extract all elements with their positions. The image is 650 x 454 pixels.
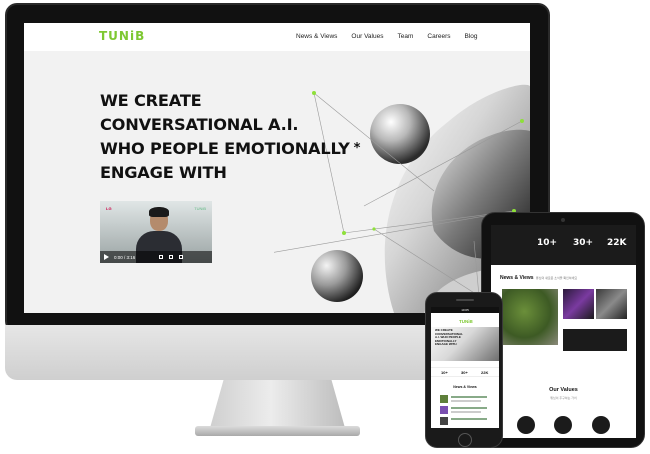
hero-line-2: CONVERSATIONAL A.I. [100, 115, 299, 134]
nav-item-team[interactable]: Team [397, 33, 413, 40]
hero-line-3-prefix: WHO PEOPLE [100, 139, 225, 158]
phone-device: 10:05 TUNiB WE CREATE CONVERSATIONAL A.I… [425, 292, 503, 448]
phone-site-screen: 10:05 TUNiB WE CREATE CONVERSATIONAL A.I… [431, 307, 499, 428]
phone-stats-bar: 10+ 30+ 22K [431, 367, 499, 377]
tablet-camera [561, 218, 565, 222]
nav-item-our-values[interactable]: Our Values [351, 33, 383, 40]
hero-line-1: WE CREATE [100, 91, 202, 110]
phone-news-thumb-2[interactable] [440, 406, 448, 414]
hero-headline: WE CREATE CONVERSATIONAL A.I. WHO PEOPLE… [100, 89, 360, 185]
video-person-hair [149, 207, 169, 217]
fullscreen-icon[interactable] [169, 255, 174, 259]
imac-stand [210, 380, 345, 428]
tablet-values-title: Our Values [549, 387, 578, 393]
tablet-stat-1: 10+ [537, 238, 558, 248]
tablet-value-icon-3 [592, 416, 610, 434]
tablet-stat-3: 22K [607, 238, 627, 248]
tablet-news-thumb-2[interactable] [596, 289, 627, 319]
device-mockup-stage: TUNiB News & Views Our Values Team Caree… [0, 0, 650, 454]
tablet-stats-bar: 10+ 30+ 22K [491, 225, 636, 265]
video-controls: 0:00 / 3:16 [100, 251, 212, 263]
play-icon[interactable] [104, 254, 109, 260]
tablet-value-icon-2 [554, 416, 572, 434]
phone-news-line-3 [451, 418, 487, 420]
phone-news-line-2 [451, 407, 487, 409]
phone-news-title: News & Views [453, 385, 477, 389]
phone-news-line-1 [451, 396, 487, 398]
phone-speaker [456, 299, 474, 301]
tablet-device: 10+ 30+ 22K News & Views 튜닙의 새로운 소식을 확인하… [481, 212, 645, 448]
main-nav: News & Views Our Values Team Careers Blo… [296, 33, 492, 40]
video-brand-right: TUNiB [194, 206, 206, 211]
imac-stand-foot [195, 426, 360, 436]
phone-news-thumb-1[interactable] [440, 395, 448, 403]
tablet-news-thumb-1[interactable] [563, 289, 594, 319]
phone-stat-1: 10+ [441, 370, 448, 375]
desktop-site-screen: TUNiB News & Views Our Values Team Caree… [24, 23, 530, 313]
phone-status-bar: 10:05 [431, 307, 499, 313]
video-time: 0:00 / 3:16 [114, 254, 136, 260]
volume-icon[interactable] [159, 255, 164, 259]
phone-news-thumb-3[interactable] [440, 417, 448, 425]
tablet-site-screen: 10+ 30+ 22K News & Views 튜닙의 새로운 소식을 확인하… [491, 225, 636, 438]
more-options-icon[interactable] [179, 255, 184, 259]
phone-news-subline-2 [451, 411, 481, 413]
tablet-news-thumb-3[interactable] [563, 329, 627, 351]
hero-line-4: ENGAGE WITH [100, 163, 227, 182]
hero-asterisk: * [353, 141, 361, 156]
phone-logo[interactable]: TUNiB [459, 319, 473, 324]
site-header: TUNiB News & Views Our Values Team Caree… [24, 23, 530, 51]
hero-highlight-word: EMOTIONALLY [224, 139, 350, 158]
tablet-news-subtitle: 튜닙의 새로운 소식을 확인하세요 [536, 276, 578, 280]
nav-item-careers[interactable]: Careers [427, 33, 450, 40]
phone-stat-3: 22K [481, 370, 489, 375]
nav-item-blog[interactable]: Blog [465, 33, 478, 40]
tablet-news-title: News & Views [500, 275, 534, 281]
phone-stat-2: 30+ [461, 370, 468, 375]
nav-item-news-views[interactable]: News & Views [296, 33, 337, 40]
tablet-value-icon-1 [517, 416, 535, 434]
phone-news-subline-1 [451, 400, 481, 402]
site-logo[interactable]: TUNiB [99, 29, 145, 43]
video-brand-left: LG [106, 206, 112, 211]
phone-home-button[interactable] [458, 433, 472, 447]
tablet-stat-2: 30+ [573, 238, 594, 248]
hero-line-3: WHO PEOPLE EMOTIONALLY * [100, 137, 360, 161]
intro-video-player[interactable]: LG TUNiB 0:00 / 3:16 [100, 201, 212, 263]
tablet-news-featured-image[interactable] [502, 289, 558, 345]
tablet-values-subtitle: 튜닙이 추구하는 가치 [550, 396, 577, 400]
phone-hero-text: WE CREATE CONVERSATIONAL A.I. WHO PEOPLE… [435, 328, 463, 347]
